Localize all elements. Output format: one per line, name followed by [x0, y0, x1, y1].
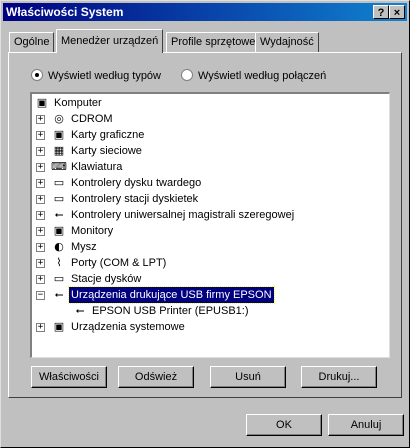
usb-icon: ⭠	[54, 208, 64, 221]
tree-category-item[interactable]: + ▣ Karty graficzne	[32, 127, 388, 143]
view-by-connection-option[interactable]: Wyświetl według połączeń	[181, 68, 326, 84]
tree-item-label: CDROM	[71, 113, 113, 125]
properties-button-label: Właściwości	[39, 371, 99, 383]
expand-toggle[interactable]: +	[36, 211, 45, 220]
cancel-button[interactable]: Anuluj	[328, 414, 404, 436]
keyboard-icon: ⌨	[51, 160, 67, 173]
expand-toggle[interactable]: +	[36, 195, 45, 204]
tree-category-item[interactable]: + ▭ Kontrolery dysku twardego	[32, 175, 388, 191]
title-bar[interactable]: Właściwości System ? ×	[3, 3, 407, 21]
network-adapter-icon: ▦	[53, 144, 65, 157]
device-tree[interactable]: ▣ Komputer + ◎ CDROM + ▣ Karty graficzne + ▦ Kar…	[30, 92, 390, 358]
tree-item-label: Karty sieciowe	[71, 145, 142, 157]
usb-icon: ⭠	[75, 304, 85, 317]
tree-category-item[interactable]: + ▭ Kontrolery stacji dyskietek	[32, 191, 388, 207]
refresh-button[interactable]: Odśwież	[118, 366, 194, 388]
drive-icon: ▭	[53, 272, 65, 285]
expand-toggle[interactable]: +	[36, 131, 45, 140]
tree-item-label: EPSON USB Printer (EPUSB1:)	[92, 305, 249, 317]
tree-category-item[interactable]: − ⭠ Urządzenia drukujące USB firmy EPSON	[32, 286, 388, 304]
port-icon: ⌇	[56, 256, 62, 269]
tab-hardware-profiles[interactable]: Profile sprzętowe	[166, 32, 261, 52]
tree-item-label: Kontrolery dysku twardego	[71, 177, 202, 189]
tree-item-label: Klawiatura	[71, 161, 123, 173]
tree-category-item[interactable]: + ⌇ Porty (COM & LPT)	[32, 255, 388, 271]
display-adapter-icon: ▣	[53, 128, 65, 141]
close-button[interactable]: ×	[389, 5, 405, 19]
remove-button[interactable]: Usuń	[210, 366, 286, 388]
cancel-button-label: Anuluj	[350, 419, 382, 431]
expand-toggle[interactable]: +	[36, 243, 45, 252]
tree-category-item[interactable]: + ◐ Mysz	[32, 239, 388, 255]
tree-category-item[interactable]: + ◎ CDROM	[32, 111, 388, 127]
expand-toggle[interactable]: +	[36, 163, 45, 172]
tree-category-item[interactable]: + ▣ Monitory	[32, 223, 388, 239]
tree-child-item[interactable]: ⭠ EPSON USB Printer (EPUSB1:)	[32, 303, 388, 319]
radio-by-connection[interactable]	[181, 69, 193, 81]
floppy-controller-icon: ▭	[53, 192, 65, 205]
tree-category-item[interactable]: + ▦ Karty sieciowe	[32, 143, 388, 159]
tree-item-label: Mysz	[71, 241, 97, 253]
tree-category-item[interactable]: + ▣ Urządzenia systemowe	[32, 319, 388, 335]
expand-toggle[interactable]: +	[36, 275, 45, 284]
help-button[interactable]: ?	[373, 5, 389, 19]
computer-icon: ▣	[36, 96, 48, 109]
tab-general[interactable]: Ogólne	[9, 32, 55, 52]
tree-item-label: Kontrolery stacji dyskietek	[71, 193, 199, 205]
expand-toggle[interactable]: +	[36, 227, 45, 236]
tab-device-manager[interactable]: Menedżer urządzeń	[56, 29, 164, 53]
ok-button-label: OK	[276, 419, 292, 431]
refresh-button-label: Odśwież	[134, 371, 178, 383]
close-icon: ×	[393, 7, 401, 19]
radio-by-type[interactable]	[31, 69, 43, 81]
window-title: Właściwości System	[6, 5, 124, 19]
properties-window: Właściwości System ? × Ogólne Menedżer u…	[0, 0, 410, 448]
expand-toggle[interactable]: +	[36, 147, 45, 156]
tab-performance[interactable]: Wydajność	[255, 32, 319, 52]
remove-button-label: Usuń	[235, 371, 261, 383]
properties-button[interactable]: Właściwości	[31, 366, 107, 388]
tree-item-label: Karty graficzne	[71, 129, 145, 141]
print-button-label: Drukuj...	[318, 371, 360, 383]
view-by-connection-label: Wyświetl według połączeń	[198, 70, 327, 82]
tree-item-label: Stacje dysków	[71, 273, 142, 285]
help-icon: ?	[377, 7, 385, 19]
tree-category-item[interactable]: + ⌨ Klawiatura	[32, 159, 388, 175]
expand-toggle[interactable]: +	[36, 115, 45, 124]
system-devices-icon: ▣	[53, 320, 65, 333]
print-button[interactable]: Drukuj...	[301, 366, 377, 388]
tree-item-label: Urządzenia drukujące USB firmy EPSON	[68, 286, 275, 304]
ok-button[interactable]: OK	[246, 414, 322, 436]
expand-toggle[interactable]: −	[36, 291, 45, 300]
view-by-type-label: Wyświetl według typów	[48, 70, 161, 82]
monitor-icon: ▣	[53, 224, 65, 237]
usb-icon: ⭠	[54, 288, 64, 301]
view-by-type-option[interactable]: Wyświetl według typów	[31, 68, 161, 84]
tree-item-label: Porty (COM & LPT)	[71, 257, 167, 269]
tree-item-label: Monitory	[71, 225, 114, 237]
tree-root-label: Komputer	[54, 97, 102, 109]
mouse-icon: ◐	[54, 240, 64, 253]
tree-category-item[interactable]: + ⭠ Kontrolery uniwersalnej magistrali sze…	[32, 207, 388, 223]
tree-category-item[interactable]: + ▭ Stacje dysków	[32, 271, 388, 287]
expand-toggle[interactable]: +	[36, 323, 45, 332]
cdrom-icon: ◎	[54, 112, 64, 125]
expand-toggle[interactable]: +	[36, 259, 45, 268]
disk-controller-icon: ▭	[53, 176, 65, 189]
expand-toggle[interactable]: +	[36, 179, 45, 188]
tree-item-label: Urządzenia systemowe	[71, 321, 185, 333]
tree-item-label: Kontrolery uniwersalnej magistrali szere…	[71, 209, 295, 221]
